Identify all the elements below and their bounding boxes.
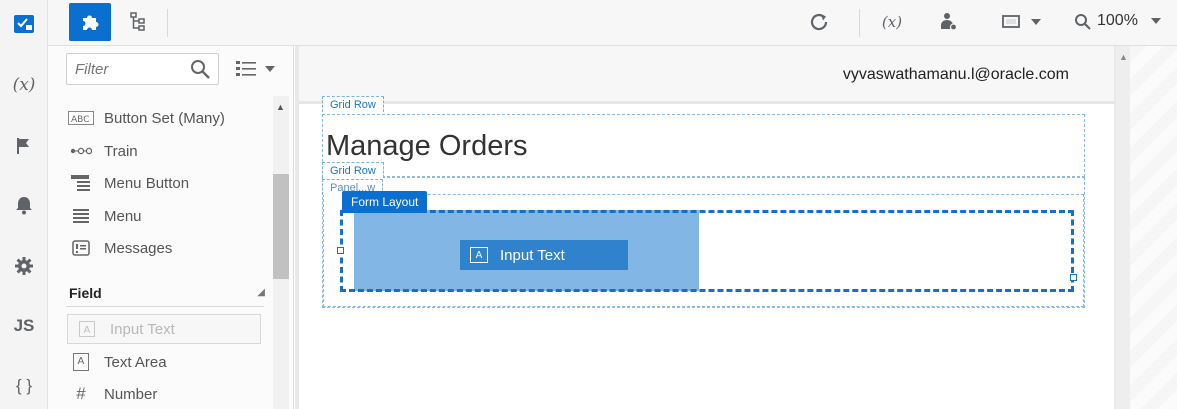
gear-icon[interactable] bbox=[0, 246, 48, 286]
palette-item-text-area[interactable]: A Text Area bbox=[68, 347, 268, 377]
button-set-icon: ABC bbox=[68, 111, 94, 125]
svg-text:ABC: ABC bbox=[71, 115, 89, 125]
flag-icon[interactable] bbox=[0, 126, 48, 166]
search-icon[interactable] bbox=[190, 59, 210, 79]
palette-item-input-text[interactable]: A Input Text bbox=[67, 314, 261, 344]
canvas-outside-area bbox=[1130, 46, 1177, 409]
resize-handle-left[interactable] bbox=[337, 247, 344, 254]
device-preview-dropdown[interactable] bbox=[994, 3, 1050, 41]
palette-item-label: Menu bbox=[104, 207, 142, 225]
page-title[interactable]: Manage Orders bbox=[326, 130, 528, 163]
structure-icon[interactable] bbox=[117, 3, 159, 41]
toolbar-divider bbox=[859, 9, 860, 37]
chevron-down-icon bbox=[265, 66, 275, 72]
section-title: Field bbox=[69, 285, 102, 301]
component-palette: ABC Button Set (Many) Train Menu Button … bbox=[48, 46, 294, 409]
json-icon[interactable]: { } bbox=[0, 366, 48, 406]
list-view-icon bbox=[236, 61, 256, 76]
collapse-triangle-icon: ◢ bbox=[257, 287, 265, 298]
palette-item-label: Messages bbox=[104, 239, 173, 257]
palette-item-label: Menu Button bbox=[104, 174, 190, 192]
left-rail: (x) JS { } bbox=[0, 0, 48, 409]
palette-view-dropdown[interactable] bbox=[236, 60, 276, 78]
palette-item-train[interactable]: Train bbox=[68, 136, 268, 166]
dragged-item-label: Input Text bbox=[500, 246, 565, 264]
text-area-icon: A bbox=[68, 353, 94, 371]
scroll-up-icon[interactable]: ▲ bbox=[276, 102, 285, 112]
section-divider bbox=[66, 306, 264, 307]
resize-handle-right[interactable] bbox=[1070, 274, 1077, 281]
toolbar-divider bbox=[167, 9, 168, 37]
page-header: vyvaswathamanu.l@oracle.com bbox=[299, 46, 1114, 104]
palette-item-button-set-many[interactable]: ABC Button Set (Many) bbox=[68, 103, 268, 133]
menu-icon bbox=[68, 209, 94, 223]
form-layout-container[interactable] bbox=[340, 210, 1074, 292]
palette-scrollbar[interactable]: ▲ bbox=[273, 96, 289, 409]
palette-item-label: Train bbox=[104, 142, 138, 160]
palette-item-number[interactable]: # Number bbox=[68, 379, 268, 409]
palette-item-label: Button Set (Many) bbox=[104, 109, 225, 127]
palette-item-label: Number bbox=[104, 385, 158, 403]
chevron-down-icon bbox=[1150, 18, 1161, 24]
canvas-scrollbar[interactable]: ▲ bbox=[1116, 46, 1130, 409]
variables-label: (x) bbox=[881, 13, 903, 31]
form-layout-tag[interactable]: Form Layout bbox=[342, 191, 428, 213]
filter-input[interactable] bbox=[67, 54, 185, 84]
zoom-level: 100% bbox=[1097, 12, 1138, 29]
svg-text:A: A bbox=[84, 325, 91, 336]
train-icon bbox=[68, 146, 94, 156]
palette-item-label: Input Text bbox=[110, 320, 175, 338]
palette-item-label: Text Area bbox=[104, 353, 167, 371]
js-icon[interactable]: JS bbox=[0, 306, 48, 346]
variables-settings-icon[interactable]: (x) bbox=[871, 3, 913, 41]
dragged-input-text[interactable]: A Input Text bbox=[460, 240, 628, 270]
number-icon: # bbox=[76, 384, 86, 403]
section-header-field[interactable]: Field ◢ bbox=[69, 285, 265, 301]
input-text-icon: A bbox=[74, 321, 100, 337]
user-settings-icon[interactable] bbox=[928, 3, 970, 41]
page-canvas: vyvaswathamanu.l@oracle.com Grid Row Man… bbox=[299, 46, 1114, 409]
bell-icon[interactable] bbox=[0, 185, 48, 225]
scroll-up-icon[interactable]: ▲ bbox=[1119, 52, 1128, 62]
page-designer-icon[interactable] bbox=[0, 4, 48, 44]
scrollbar-thumb[interactable] bbox=[273, 174, 289, 279]
components-puzzle-icon[interactable] bbox=[69, 3, 111, 41]
variables-icon[interactable]: (x) bbox=[0, 65, 48, 105]
palette-item-menu-button[interactable]: Menu Button bbox=[68, 168, 268, 198]
input-text-icon: A bbox=[470, 247, 488, 263]
search-icon bbox=[1075, 13, 1091, 30]
filter-field[interactable] bbox=[66, 53, 219, 85]
svg-text:A: A bbox=[78, 356, 85, 367]
design-canvas-area: vyvaswathamanu.l@oracle.com Grid Row Man… bbox=[295, 46, 1177, 409]
palette-item-messages[interactable]: Messages bbox=[68, 233, 268, 263]
refresh-icon[interactable] bbox=[799, 3, 841, 41]
toolbar: (x) 100% bbox=[48, 0, 1177, 46]
palette-item-menu[interactable]: Menu bbox=[68, 201, 268, 231]
zoom-control[interactable]: 100% bbox=[1074, 12, 1162, 30]
messages-icon bbox=[68, 240, 94, 256]
menu-button-icon bbox=[68, 175, 94, 191]
grid-row-tag[interactable]: Grid Row bbox=[322, 96, 384, 112]
user-email: vyvaswathamanu.l@oracle.com bbox=[842, 66, 1069, 83]
chevron-down-icon bbox=[1031, 19, 1041, 25]
grid-row-tag[interactable]: Grid Row bbox=[322, 162, 384, 178]
